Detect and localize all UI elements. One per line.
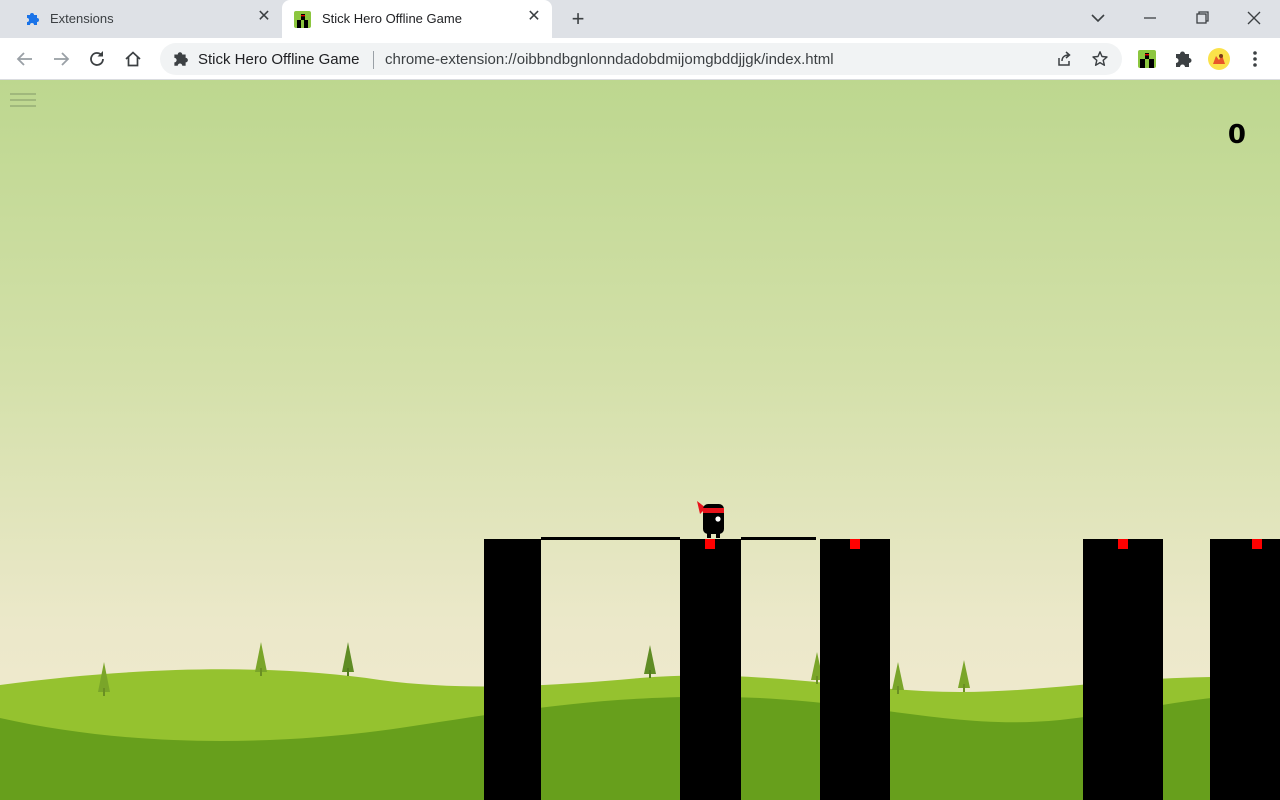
platform (1083, 539, 1163, 800)
more-menu-icon[interactable] (1244, 48, 1266, 70)
stick (541, 537, 680, 540)
back-icon[interactable] (14, 48, 36, 70)
bonus-marker (1118, 539, 1128, 549)
close-window-icon[interactable] (1240, 6, 1268, 30)
tree (644, 645, 656, 678)
stick-hero-extension-icon[interactable] (1136, 48, 1158, 70)
new-tab-button[interactable]: + (566, 7, 590, 31)
share-icon[interactable] (1055, 50, 1073, 68)
extension-puzzle-icon (171, 50, 189, 68)
score-display: 0 (1228, 120, 1246, 150)
browser-toolbar: Stick Hero Offline Game chrome-extension… (0, 38, 1280, 80)
extensions-puzzle-icon[interactable] (1172, 48, 1194, 70)
tab-strip: Extensions ✕ Stick Hero Offline Game ✕ + (0, 0, 1280, 38)
puzzle-icon (24, 11, 40, 27)
tab-extensions[interactable]: Extensions ✕ (12, 0, 280, 38)
tree (958, 660, 970, 692)
stick (741, 537, 816, 540)
reload-icon[interactable] (86, 48, 108, 70)
platform (1210, 539, 1280, 800)
tab-stick-hero[interactable]: Stick Hero Offline Game ✕ (282, 0, 552, 38)
restore-icon[interactable] (1188, 6, 1216, 30)
url-text[interactable]: chrome-extension://oibbndbgnlonndadobdmi… (385, 51, 834, 68)
minimize-icon[interactable] (1136, 6, 1164, 30)
close-tab-icon[interactable]: ✕ (526, 9, 542, 25)
bonus-marker (850, 539, 860, 549)
address-bar[interactable]: Stick Hero Offline Game chrome-extension… (160, 43, 1122, 75)
tree (255, 642, 267, 676)
stick-hero-character (697, 501, 724, 538)
stick-hero-icon (294, 11, 311, 28)
tree (892, 662, 904, 694)
platform (484, 539, 541, 800)
platform (820, 539, 890, 800)
tab-title: Stick Hero Offline Game (322, 11, 462, 26)
tree (342, 642, 354, 676)
bookmark-star-icon[interactable] (1091, 50, 1109, 68)
close-tab-icon[interactable]: ✕ (256, 9, 272, 25)
forward-icon[interactable] (50, 48, 72, 70)
tab-search-icon[interactable] (1084, 6, 1112, 30)
tab-title: Extensions (50, 11, 114, 26)
home-icon[interactable] (122, 48, 144, 70)
game-scene (0, 80, 1280, 800)
omnibox-divider (373, 51, 374, 69)
game-canvas[interactable]: 0 (0, 80, 1280, 800)
bonus-marker (1252, 539, 1262, 549)
site-name: Stick Hero Offline Game (198, 51, 359, 68)
menu-hamburger-icon[interactable] (10, 92, 36, 108)
profile-avatar-icon[interactable] (1207, 47, 1231, 71)
bonus-marker (705, 539, 715, 549)
platform (680, 539, 741, 800)
